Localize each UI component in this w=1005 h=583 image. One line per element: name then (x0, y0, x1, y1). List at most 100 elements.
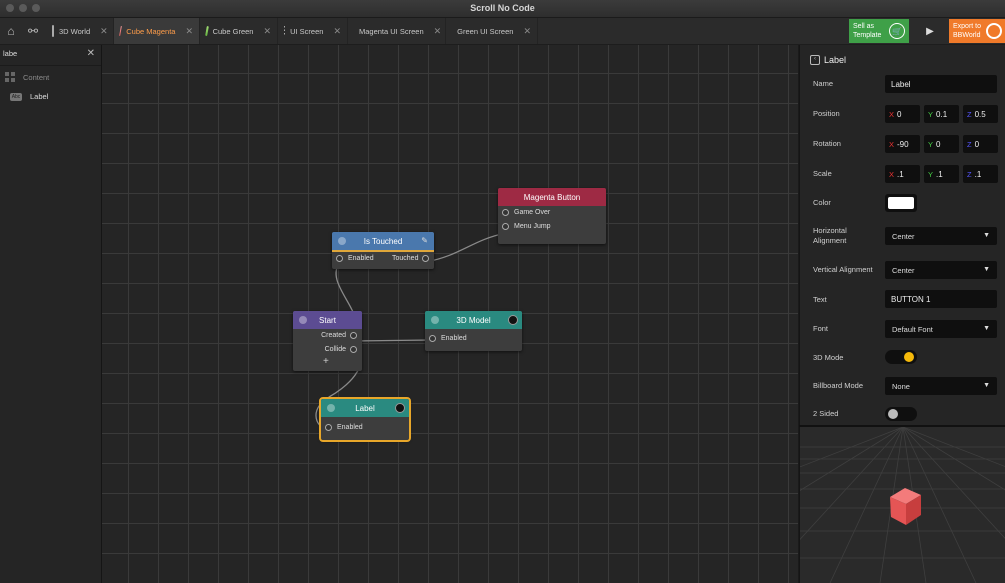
input-port[interactable] (429, 335, 436, 342)
port-label: Collide (324, 346, 346, 353)
output-port[interactable] (350, 332, 357, 339)
home-button[interactable]: ⌂ (0, 18, 22, 44)
text-field[interactable]: BUTTON 1 (885, 290, 997, 308)
node-title: Label (355, 403, 375, 413)
label-node-icon (327, 404, 335, 412)
v-align-label: Vertical Alignment (813, 265, 873, 274)
scale-z-field[interactable]: Z .1 (963, 165, 998, 183)
scale-y-field[interactable]: Y .1 (924, 165, 959, 183)
pin-icon[interactable]: ✎ (421, 236, 428, 245)
play-icon: ▶ (926, 25, 934, 37)
v-align-select[interactable]: Center ▼ (885, 261, 997, 279)
output-port[interactable] (422, 255, 429, 262)
clear-search-icon[interactable]: ✕ (87, 48, 95, 59)
tab-cube-green[interactable]: Cube Green ✕ (200, 18, 278, 44)
close-tab-icon[interactable]: ✕ (434, 26, 442, 37)
tree-item-label-node[interactable]: Abc Label (5, 92, 48, 101)
input-port[interactable] (336, 255, 343, 262)
name-field[interactable]: Label (885, 75, 997, 93)
add-port-icon[interactable]: + (323, 356, 329, 367)
node-is-touched[interactable]: Is Touched ✎ Enabled Touched (332, 232, 434, 269)
node-start[interactable]: Start Created Collide + (293, 311, 362, 371)
position-z-field[interactable]: Z 0.5 (963, 105, 998, 123)
close-tab-icon[interactable]: ✕ (263, 26, 271, 37)
close-tab-icon[interactable]: ✕ (185, 26, 193, 37)
port-enabled: Enabled (321, 421, 409, 435)
back-icon[interactable]: ‹ (810, 55, 820, 65)
rotation-x-field[interactable]: X -90 (885, 135, 920, 153)
output-port[interactable] (350, 346, 357, 353)
inspector-panel: ‹ Label Name Label Position X0 Y 0.1 Z 0.5… (799, 45, 1005, 425)
tab-3d-world[interactable]: 3D World ✕ (46, 18, 114, 44)
two-sided-toggle[interactable] (885, 407, 917, 421)
output-port[interactable] (502, 223, 509, 230)
export-to-bbworld-button[interactable]: Export to BBWorld (949, 19, 1005, 43)
output-port[interactable] (502, 209, 509, 216)
play-button[interactable]: ▶ (920, 18, 940, 44)
node-header[interactable]: Is Touched ✎ (332, 232, 434, 252)
port-label: Enabled (337, 424, 363, 431)
font-select[interactable]: Default Font ▼ (885, 320, 997, 338)
value: .1 (974, 169, 982, 179)
rotation-label: Rotation (813, 139, 841, 148)
close-tab-icon[interactable]: ✕ (333, 26, 341, 37)
search-row: ✕ (0, 45, 101, 66)
search-input[interactable] (3, 49, 83, 58)
window-title: Scroll No Code (470, 3, 535, 13)
node-header[interactable]: 3D Model (425, 311, 522, 329)
node-3d-model[interactable]: 3D Model Enabled (425, 311, 522, 351)
touch-icon (338, 237, 346, 245)
node-header[interactable]: Magenta Button (498, 188, 606, 206)
port-row: Enabled Touched (332, 252, 434, 266)
hierarchy-button[interactable]: ⚯ (22, 18, 44, 44)
position-y-field[interactable]: Y 0.1 (924, 105, 959, 123)
tree-item-label: Content (23, 72, 50, 82)
position-x-field[interactable]: X0 (885, 105, 920, 123)
select-value: Center (892, 231, 915, 241)
tab-label: Cube Green (212, 26, 254, 36)
h-align-select[interactable]: Center ▼ (885, 227, 997, 245)
visibility-dot[interactable] (508, 315, 518, 325)
inspector-title: ‹ Label (810, 55, 846, 65)
tab-magenta-ui-screen[interactable]: Magenta UI Screen ✕ (348, 18, 446, 44)
position-label: Position (813, 109, 840, 118)
node-header[interactable]: Start (293, 311, 362, 329)
tab-green-ui-screen[interactable]: Green UI Screen ✕ (446, 18, 538, 44)
scene-preview[interactable] (799, 427, 1005, 583)
close-tab-icon[interactable]: ✕ (100, 26, 108, 37)
text-value: BUTTON 1 (891, 294, 931, 304)
rotation-y-field[interactable]: Y0 (924, 135, 959, 153)
ui-screen-icon (284, 26, 286, 36)
tab-cube-magenta[interactable]: Cube Magenta ✕ (114, 18, 200, 44)
node-graph-canvas[interactable]: Magenta Button Game Over Menu Jump Is To… (102, 45, 798, 583)
sell-as-template-button[interactable]: Sell as Template 🛒 (849, 19, 909, 43)
tree-item-content[interactable]: Content (5, 72, 49, 82)
close-tab-icon[interactable]: ✕ (523, 26, 531, 37)
cube-green-icon (205, 25, 209, 37)
port-enabled: Enabled (425, 332, 522, 346)
scale-x-field[interactable]: X .1 (885, 165, 920, 183)
node-label[interactable]: Label Enabled (319, 397, 411, 442)
tab-label: 3D World (59, 26, 91, 36)
billboard-label: Billboard Mode (813, 381, 864, 390)
h-align-label-1: Horizontal (813, 226, 847, 235)
h-align-label-2: Alignment (813, 236, 847, 245)
color-picker[interactable] (885, 194, 917, 212)
cart-icon: 🛒 (889, 23, 905, 39)
wire-created-3dmodel (352, 339, 433, 342)
input-port[interactable] (325, 424, 332, 431)
hierarchy-icon: ⚯ (27, 24, 39, 38)
tab-ui-screen[interactable]: UI Screen ✕ (278, 18, 348, 44)
select-value: Default Font (892, 324, 933, 334)
billboard-select[interactable]: None ▼ (885, 377, 997, 395)
node-magenta-button[interactable]: Magenta Button Game Over Menu Jump (498, 188, 606, 244)
visibility-dot[interactable] (395, 403, 405, 413)
node-header[interactable]: Label (321, 399, 409, 417)
value: 0 (897, 109, 902, 119)
rotation-z-field[interactable]: Z0 (963, 135, 998, 153)
port-menu-jump: Menu Jump (498, 220, 606, 234)
preview-grid (800, 427, 1005, 583)
x-axis-label: X (889, 169, 895, 179)
y-axis-label: Y (928, 169, 934, 179)
mode3d-toggle[interactable] (885, 350, 917, 364)
